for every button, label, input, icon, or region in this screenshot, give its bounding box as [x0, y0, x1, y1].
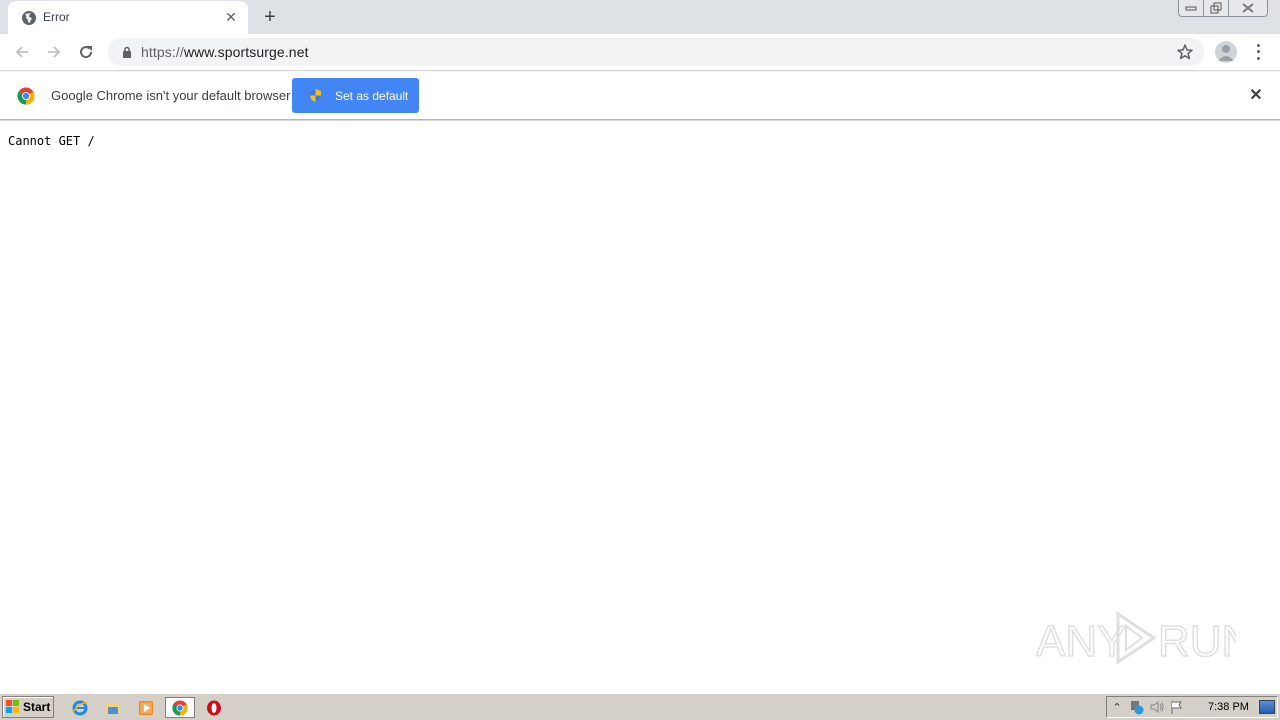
menu-dot	[1256, 50, 1260, 54]
uac-shield-icon	[310, 89, 321, 102]
close-icon	[1242, 3, 1254, 13]
person-icon	[1218, 45, 1234, 61]
taskbar-windows-explorer[interactable]	[102, 697, 124, 718]
chrome-menu-button[interactable]	[1250, 42, 1266, 62]
infobar-message: Google Chrome isn't your default browser	[51, 88, 291, 103]
taskbar-chrome[interactable]	[165, 697, 195, 718]
minimize-button[interactable]	[1179, 0, 1204, 16]
start-label: Start	[23, 700, 51, 714]
reload-button[interactable]	[74, 40, 98, 64]
globe-icon	[22, 11, 36, 25]
minimize-icon	[1185, 6, 1197, 11]
bookmark-star-icon[interactable]	[1176, 43, 1194, 61]
default-browser-infobar: Google Chrome isn't your default browser…	[0, 72, 1280, 120]
back-button[interactable]	[10, 40, 34, 64]
new-tab-button[interactable]: +	[259, 6, 281, 28]
svg-text:RUN: RUN	[1158, 617, 1236, 666]
show-hidden-icons-button[interactable]: ⌃	[1107, 697, 1127, 717]
lock-icon	[123, 46, 131, 58]
browser-toolbar: https://www.sportsurge.net	[0, 34, 1280, 71]
folder-icon	[106, 703, 120, 714]
url-host: www.sportsurge.net	[183, 44, 309, 60]
network-icon[interactable]	[1127, 697, 1147, 717]
media-player-icon	[139, 700, 153, 715]
address-bar[interactable]: https://www.sportsurge.net	[108, 38, 1204, 66]
set-as-default-button[interactable]: Set as default	[292, 78, 419, 113]
restore-icon	[1210, 2, 1222, 14]
taskbar-clock[interactable]: 7:38 PM	[1208, 701, 1249, 713]
windows-taskbar: Start ⌃ 7:38 PM	[0, 693, 1280, 720]
start-button[interactable]: Start	[2, 696, 54, 718]
taskbar-opera[interactable]	[203, 697, 225, 718]
forward-arrow-icon	[48, 46, 61, 58]
tab-title: Error	[43, 10, 70, 24]
internet-explorer-icon	[72, 700, 88, 715]
show-desktop-button[interactable]	[1259, 700, 1275, 714]
tab-error[interactable]: Error ✕	[8, 1, 248, 34]
close-window-button[interactable]	[1229, 0, 1267, 16]
anyrun-watermark-logo: ANY RUN	[1036, 611, 1236, 667]
tab-close-icon[interactable]: ✕	[222, 8, 240, 26]
taskbar-internet-explorer[interactable]	[69, 697, 91, 718]
forward-button[interactable]	[42, 40, 66, 64]
page-content: Cannot GET / ANY RUN	[0, 121, 1280, 692]
error-message: Cannot GET /	[8, 134, 95, 148]
action-center-flag-icon[interactable]	[1167, 697, 1187, 717]
volume-icon[interactable]	[1147, 697, 1167, 717]
tab-strip: Error ✕ +	[0, 0, 1280, 34]
set-as-default-label: Set as default	[335, 89, 409, 103]
system-tray: ⌃ 7:38 PM	[1106, 696, 1278, 718]
profile-avatar[interactable]	[1215, 41, 1237, 63]
menu-dot	[1256, 57, 1260, 61]
reload-icon	[80, 46, 93, 59]
menu-dot	[1256, 43, 1260, 47]
url-scheme: https://	[141, 44, 184, 60]
svg-text:ANY: ANY	[1036, 617, 1126, 666]
restore-button[interactable]	[1204, 0, 1229, 16]
infobar-close-icon[interactable]: ✕	[1247, 87, 1265, 105]
chrome-icon	[172, 699, 188, 716]
url-text[interactable]: https://www.sportsurge.net	[141, 44, 309, 60]
window-controls	[1178, 0, 1268, 17]
windows-logo-icon	[6, 700, 19, 713]
opera-icon	[207, 700, 221, 715]
taskbar-media-player[interactable]	[135, 697, 157, 718]
chrome-logo-icon	[17, 87, 35, 105]
back-arrow-icon	[15, 46, 28, 58]
